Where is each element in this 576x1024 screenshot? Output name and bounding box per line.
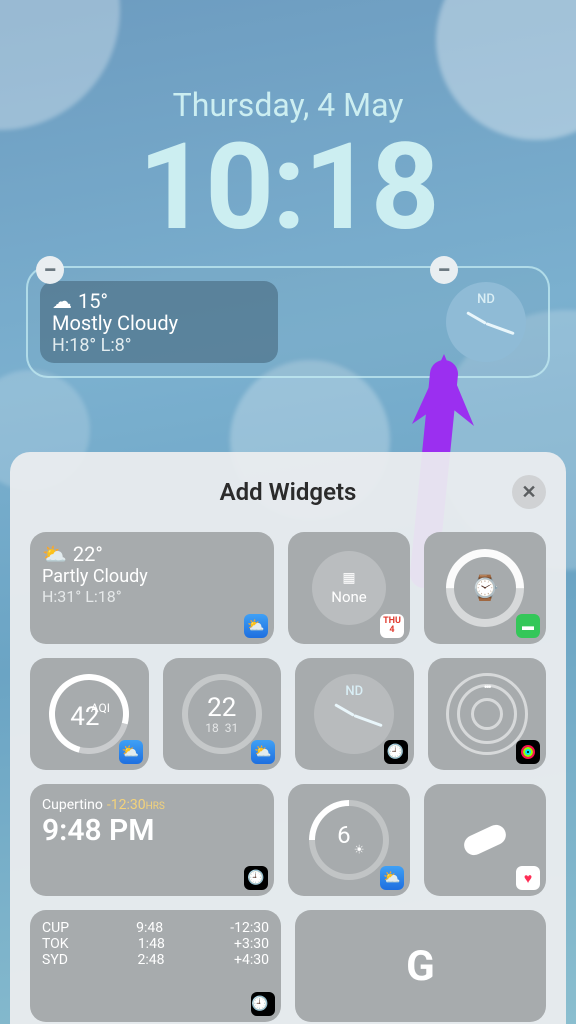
clock-app-icon (384, 740, 408, 764)
placed-weather-widget[interactable]: 15° Mostly Cloudy H:18° L:8° (40, 281, 278, 363)
weather-app-icon (119, 740, 143, 764)
widget-medications[interactable] (424, 784, 546, 896)
hour-hand-icon (466, 311, 487, 325)
lockscreen-widget-tray[interactable]: 15° Mostly Cloudy H:18° L:8° ND (26, 266, 550, 378)
suncloud-icon (42, 542, 67, 566)
minute-hand-icon (485, 322, 514, 335)
widget-city-clock[interactable]: ND (295, 658, 414, 770)
widget-battery[interactable] (424, 532, 546, 644)
placed-weather-hilo: H:18° L:8° (52, 335, 266, 356)
world-city: Cupertino (42, 797, 103, 813)
battery-app-icon (516, 614, 540, 638)
lockscreen-time[interactable]: 10:18 (0, 118, 576, 258)
calendar-app-icon: THU4 (380, 614, 404, 638)
weather-app-icon (380, 866, 404, 890)
widget-uv[interactable]: 6☀ (288, 784, 410, 896)
widget-world-clock-single[interactable]: Cupertino -12:30HRS 9:48 PM (30, 784, 274, 896)
weather-large-hilo: H:31° L:18° (42, 587, 262, 606)
clock-city-label: ND (477, 292, 495, 307)
placed-weather-temp: 15° (78, 289, 108, 313)
placed-clock-widget[interactable]: ND (446, 282, 526, 362)
clock-app-icon (251, 992, 275, 1016)
calendar-none-label: None (331, 588, 367, 606)
widget-weather-large[interactable]: 22° Partly Cloudy H:31° L:18° (30, 532, 274, 644)
weather-app-icon (251, 740, 275, 764)
widget-fitness[interactable]: ••• (428, 658, 547, 770)
clock-app-icon (244, 866, 268, 890)
widget-google[interactable]: G (295, 910, 546, 1022)
pill-icon (461, 822, 509, 859)
health-app-icon (516, 866, 540, 890)
temp-range-value: 22 (207, 693, 236, 723)
widget-temp-range[interactable]: 2218 31 (163, 658, 282, 770)
calendar-icon: ▦ (342, 570, 355, 586)
add-widgets-sheet: Add Widgets ✕ 22° Partly Cloudy H:31° L:… (10, 452, 566, 1024)
widget-world-clock-list[interactable]: CUP9:48-12:30TOK1:48+3:30SYD2:48+4:30 (30, 910, 281, 1022)
city-clock-label: ND (345, 684, 363, 699)
world-list-row: CUP9:48-12:30 (42, 920, 269, 936)
remove-weather-button[interactable]: − (36, 256, 64, 284)
weather-large-temp: 22° (73, 542, 103, 566)
sheet-title: Add Widgets (220, 478, 357, 506)
close-button[interactable]: ✕ (512, 475, 546, 509)
radar-icon: ••• (446, 673, 528, 755)
placed-weather-condition: Mostly Cloudy (52, 311, 266, 335)
fitness-app-icon (516, 740, 540, 764)
aqi-label: AQI (91, 701, 110, 715)
uv-value: 6 (337, 821, 351, 849)
weather-app-icon (244, 614, 268, 638)
cloud-icon (52, 289, 72, 313)
widget-aqi[interactable]: 42AQI (30, 658, 149, 770)
world-time: 9:48 PM (42, 813, 262, 848)
world-list-row: SYD2:48+4:30 (42, 952, 269, 968)
widget-calendar[interactable]: ▦ None THU4 (288, 532, 410, 644)
remove-clock-button[interactable]: − (430, 256, 458, 284)
world-list-row: TOK1:48+3:30 (42, 936, 269, 952)
google-icon: G (406, 942, 435, 991)
weather-large-condition: Partly Cloudy (42, 566, 262, 587)
watch-icon (470, 574, 500, 602)
